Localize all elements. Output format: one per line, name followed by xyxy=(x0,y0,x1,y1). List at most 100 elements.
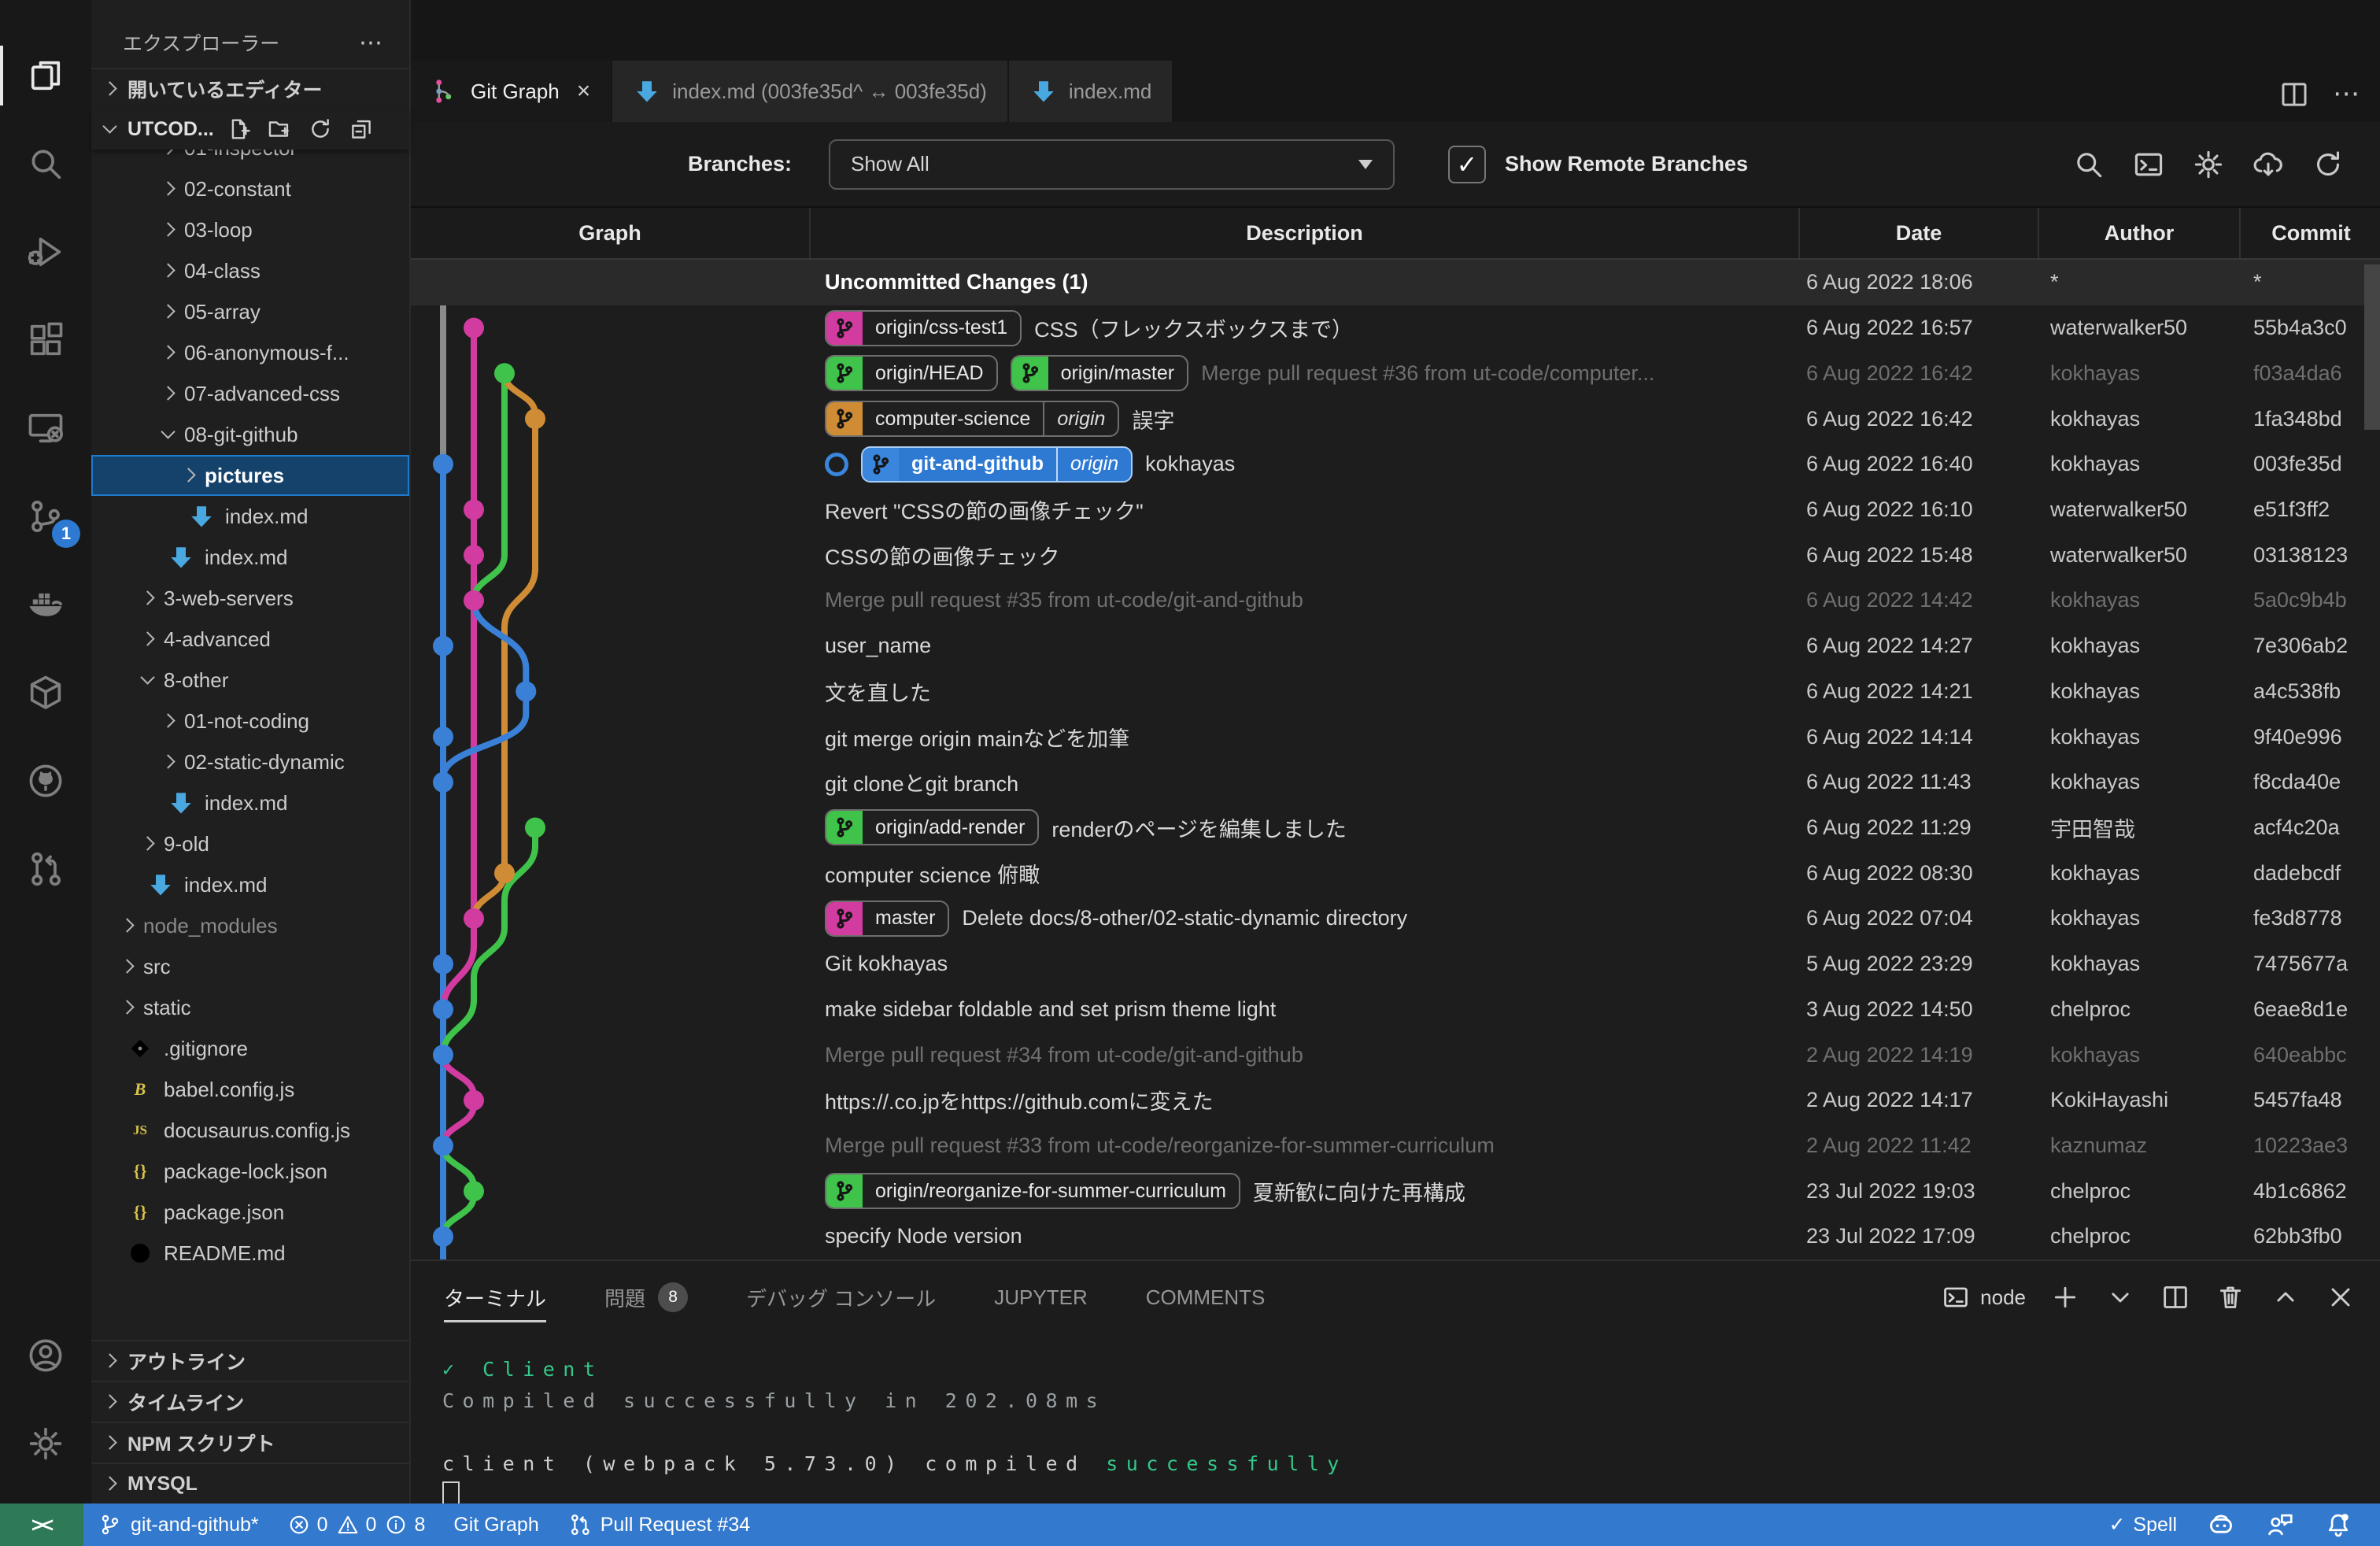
commit-row[interactable]: https://.co.jpをhttps://github.comに変えた2 A… xyxy=(411,1078,2380,1123)
commit-row[interactable]: git cloneとgit branch6 Aug 2022 11:43kokh… xyxy=(411,760,2380,805)
split-terminal-button[interactable] xyxy=(2160,1282,2191,1313)
commit-row[interactable]: origin/css-test1CSS（フレックスボックスまで）6 Aug 20… xyxy=(411,305,2380,351)
commit-row[interactable]: user_name6 Aug 2022 14:27kokhayas7e306ab… xyxy=(411,623,2380,669)
commit-row[interactable]: origin/reorganize-for-summer-curriculum夏… xyxy=(411,1168,2380,1214)
cloud-icon[interactable] xyxy=(2251,147,2286,182)
notifications-item[interactable] xyxy=(2309,1510,2367,1540)
commit-row[interactable]: specify Node version23 Jul 2022 17:09che… xyxy=(411,1214,2380,1259)
tree-item-README.md[interactable]: README.md xyxy=(91,1233,409,1274)
commit-row[interactable]: Revert "CSSの節の画像チェック"6 Aug 2022 16:10wat… xyxy=(411,487,2380,533)
tree-item-package.json[interactable]: {}package.json xyxy=(91,1192,409,1233)
tab-git-graph[interactable]: Git Graph× xyxy=(411,61,611,122)
more-actions-icon[interactable]: ⋯ xyxy=(2333,78,2361,111)
activity-item-search[interactable] xyxy=(0,120,91,208)
activity-item-accounts[interactable] xyxy=(0,1311,91,1400)
sidebar-more-button[interactable]: ⋯ xyxy=(359,29,386,57)
branches-dropdown[interactable]: Show All xyxy=(829,139,1395,190)
tree-item-01-inspector[interactable]: 01-inspector xyxy=(91,150,409,168)
refresh-icon[interactable] xyxy=(307,116,334,142)
shell-selector[interactable]: node xyxy=(1941,1282,2026,1312)
feedback-item[interactable] xyxy=(2251,1510,2309,1540)
activity-item-source-control[interactable]: 1 xyxy=(0,472,91,560)
commit-row[interactable]: Uncommitted Changes (1)6 Aug 2022 18:06*… xyxy=(411,260,2380,305)
tree-item-04-class[interactable]: 04-class xyxy=(91,250,409,291)
tree-item-02-static-dynamic[interactable]: 02-static-dynamic xyxy=(91,742,409,782)
sidebar-section-タイムライン[interactable]: タイムライン xyxy=(91,1381,409,1422)
tree-item-06-anonymous-f...[interactable]: 06-anonymous-f... xyxy=(91,332,409,373)
new-folder-icon[interactable] xyxy=(266,116,293,142)
collapse-icon[interactable] xyxy=(348,116,375,142)
activity-item-docker[interactable] xyxy=(0,560,91,649)
commit-row[interactable]: CSSの節の画像チェック6 Aug 2022 15:48waterwalker5… xyxy=(411,532,2380,578)
tree-item-9-old[interactable]: 9-old xyxy=(91,823,409,864)
commit-row[interactable]: masterDelete docs/8-other/02-static-dyna… xyxy=(411,896,2380,941)
tree-item-index.md[interactable]: index.md xyxy=(91,864,409,905)
sidebar-section-アウトライン[interactable]: アウトライン xyxy=(91,1340,409,1381)
commit-row[interactable]: Merge pull request #34 from ut-code/git-… xyxy=(411,1032,2380,1078)
new-file-icon[interactable] xyxy=(225,116,252,142)
project-section-header[interactable]: UTCOD... xyxy=(91,109,409,150)
tree-item-03-loop[interactable]: 03-loop xyxy=(91,209,409,250)
tree-item-3-web-servers[interactable]: 3-web-servers xyxy=(91,578,409,619)
tab-index-md-003fe35d-003fe35d-[interactable]: index.md (003fe35d^ ↔ 003fe35d) xyxy=(612,61,1007,122)
activity-item-run-debug[interactable] xyxy=(0,208,91,296)
gear-icon[interactable] xyxy=(2191,147,2226,182)
branch-badge[interactable]: origin/HEAD xyxy=(825,355,998,391)
tree-item-8-other[interactable]: 8-other xyxy=(91,660,409,701)
tree-item-index.md[interactable]: index.md xyxy=(91,496,409,537)
branch-status-item[interactable]: git-and-github* xyxy=(83,1503,273,1546)
activity-item-settings[interactable] xyxy=(0,1400,91,1488)
tree-item-nodemodules[interactable]: node_modules xyxy=(91,905,409,946)
tab-index-md[interactable]: index.md xyxy=(1009,61,1173,122)
copilot-item[interactable] xyxy=(2191,1509,2251,1540)
terminal-dropdown-button[interactable] xyxy=(2105,1282,2136,1313)
sidebar-section-NPM スクリプト[interactable]: NPM スクリプト xyxy=(91,1422,409,1463)
commit-row[interactable]: 文を直した6 Aug 2022 14:21kokhayasa4c538fb xyxy=(411,668,2380,714)
tree-item-index.md[interactable]: index.md xyxy=(91,782,409,823)
branch-badge[interactable]: origin/master xyxy=(1011,355,1189,391)
commit-row[interactable]: make sidebar foldable and set prism them… xyxy=(411,987,2380,1033)
tree-item-4-advanced[interactable]: 4-advanced xyxy=(91,619,409,660)
tree-item-01-not-coding[interactable]: 01-not-coding xyxy=(91,701,409,742)
branch-badge[interactable]: git-and-githuborigin xyxy=(861,446,1133,483)
branch-badge[interactable]: origin/reorganize-for-summer-curriculum xyxy=(825,1173,1240,1209)
commit-row[interactable]: git merge origin mainなどを加筆6 Aug 2022 14:… xyxy=(411,714,2380,760)
activity-item-github[interactable] xyxy=(0,737,91,825)
branch-badge[interactable]: computer-scienceorigin xyxy=(825,401,1119,437)
activity-item-pull-requests[interactable] xyxy=(0,825,91,913)
sidebar-section-MYSQL[interactable]: MYSQL xyxy=(91,1463,409,1503)
activity-item-containers[interactable] xyxy=(0,649,91,737)
remote-indicator[interactable]: >< xyxy=(0,1503,83,1546)
tree-item-babel.config.js[interactable]: Bbabel.config.js xyxy=(91,1069,409,1110)
commit-row[interactable]: Git kokhayas5 Aug 2022 23:29kokhayas7475… xyxy=(411,941,2380,987)
tree-item-static[interactable]: static xyxy=(91,987,409,1028)
close-icon[interactable]: × xyxy=(577,78,591,105)
commit-row[interactable]: Merge pull request #33 from ut-code/reor… xyxy=(411,1123,2380,1169)
branch-badge[interactable]: origin/add-render xyxy=(825,809,1039,845)
panel-tab-COMMENTS[interactable]: COMMENTS xyxy=(1146,1261,1266,1333)
close-panel-button[interactable] xyxy=(2325,1282,2356,1313)
commit-row[interactable]: origin/HEADorigin/masterMerge pull reque… xyxy=(411,350,2380,396)
commit-row[interactable]: git-and-githuboriginkokhayas6 Aug 2022 1… xyxy=(411,442,2380,487)
spell-checker-item[interactable]: ✓ Spell xyxy=(2094,1513,2191,1537)
panel-tab-問題[interactable]: 問題8 xyxy=(604,1261,688,1333)
commit-row[interactable]: origin/add-renderrenderのページを編集しました6 Aug … xyxy=(411,805,2380,851)
tree-item-07-advanced-css[interactable]: 07-advanced-css xyxy=(91,373,409,414)
new-terminal-button[interactable] xyxy=(2049,1282,2081,1313)
branch-badge[interactable]: master xyxy=(825,901,949,937)
tree-item-docusaurus.config.js[interactable]: JSdocusaurus.config.js xyxy=(91,1110,409,1151)
pull-request-status-item[interactable]: Pull Request #34 xyxy=(553,1503,764,1546)
split-editor-icon[interactable] xyxy=(2278,78,2311,111)
panel-tab-JUPYTER[interactable]: JUPYTER xyxy=(994,1261,1087,1333)
kill-terminal-button[interactable] xyxy=(2215,1282,2246,1313)
tree-item-package-lock.json[interactable]: {}package-lock.json xyxy=(91,1151,409,1192)
tree-item-pictures[interactable]: pictures xyxy=(91,455,409,496)
tree-item-08-git-github[interactable]: 08-git-github xyxy=(91,414,409,455)
commit-row[interactable]: Merge pull request #35 from ut-code/git-… xyxy=(411,578,2380,623)
branch-badge[interactable]: origin/css-test1 xyxy=(825,310,1022,346)
terminal-icon[interactable] xyxy=(2131,147,2166,182)
scrollbar-thumb[interactable] xyxy=(2364,264,2380,430)
git-graph-status-item[interactable]: Git Graph xyxy=(439,1503,552,1546)
commit-row[interactable]: computer science 俯瞰6 Aug 2022 08:30kokha… xyxy=(411,850,2380,896)
activity-item-extensions[interactable] xyxy=(0,296,91,384)
